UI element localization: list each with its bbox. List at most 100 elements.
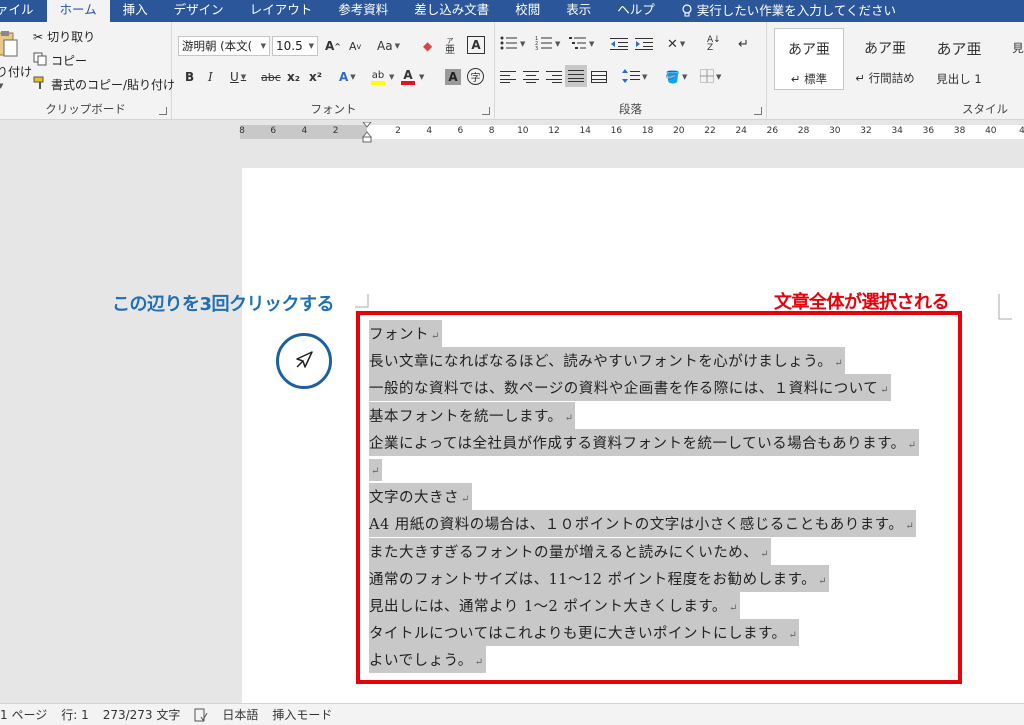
paragraph-mark: ↵ [788,630,798,642]
page-indicator[interactable]: 1 ページ [0,706,47,723]
shrink-font-button[interactable]: Av [349,36,361,56]
chevron-down-icon[interactable]: ▼ [387,67,394,87]
bold-label: B [185,70,195,84]
style-name: 見出し 1 [936,72,982,86]
italic-button[interactable]: I [208,67,213,87]
multilevel-list-button[interactable]: ▼ [569,34,594,54]
style-heading-1[interactable]: あア亜 見出し 1 [924,28,994,90]
tab-help[interactable]: ヘルプ [604,0,668,22]
document-line[interactable]: A4 用紙の資料の場合は、１０ポイントの文字は小さく感じることもあります。 ↵ [369,510,919,538]
cut-button[interactable]: ✂ 切り取り [33,28,95,45]
ribbon: り付け ▼ ✂ 切り取り コピー 書式のコピー/貼り付け クリップボード 游明朝… [0,22,1024,120]
tab-insert[interactable]: 挿入 [110,0,161,22]
word-count[interactable]: 273/273 文字 [103,706,181,723]
paragraph-mark: ↵ [431,331,440,343]
enclose-char-button[interactable]: 字 [467,68,484,85]
underline-label: U [230,70,239,84]
tab-view[interactable]: 表示 [553,0,604,22]
paragraph-mark: ↵ [461,494,470,506]
font-size-combo[interactable]: 10.5 ▼ [272,36,318,56]
selected-text: よいでしょう。 ↵ [369,646,486,674]
tab-home[interactable]: ホーム [46,0,110,22]
tell-me-box[interactable]: 実行したい作業を入力してください [668,0,909,22]
document-line[interactable]: よいでしょう。 ↵ [369,646,919,674]
char-border-button[interactable]: A [467,36,485,54]
tab-references[interactable]: 参考資料 [325,0,401,22]
underline-button[interactable]: U ▼ [230,67,246,87]
subscript-button[interactable]: x₂ [287,67,300,87]
document-line[interactable]: 長い文章になればなるほど、読みやすいフォントを心がけましょう。 ↵ [369,347,919,375]
numbering-button[interactable]: 1 2 3 ▼ [535,34,560,54]
align-right-icon[interactable] [546,67,562,87]
paragraph-launcher-icon[interactable] [754,107,762,115]
grow-font-button[interactable]: A ^ [325,36,341,56]
justify-icon[interactable] [565,65,587,87]
paragraph-mark: ↵ [905,521,915,533]
increase-indent-icon[interactable] [635,34,653,54]
document-line[interactable]: 見出しには、通常より 1～2 ポイント大きくします。 ↵ [369,591,919,619]
document-line[interactable]: 一般的な資料では、数ページの資料や企画書を作る際には、１資料について ↵ [369,374,919,402]
document-line[interactable]: 企業によっては全社員が作成する資料フォントを統一している場合もあります。 ↵ [369,428,919,456]
selected-text: タイトルについてはこれよりも更に大きいポイントにします。 ↵ [369,619,800,647]
format-painter-button[interactable]: 書式のコピー/貼り付け [33,76,175,93]
paste-button[interactable]: り付け ▼ [0,30,32,90]
language-indicator[interactable]: 日本語 [222,706,258,723]
distributed-icon[interactable] [591,67,607,87]
borders-button[interactable]: ▼ [700,67,721,87]
indent-marker-icon[interactable] [361,121,373,144]
strikethrough-button[interactable]: abc [261,67,281,87]
font-launcher-icon[interactable] [482,107,490,115]
superscript-button[interactable]: x² [309,67,322,87]
horizontal-ruler[interactable]: 8 6 4 2 2 4 6 8 10 12 14 16 18 20 22 24 26 28 30 32 34 36 38 40… [0,121,1024,143]
copy-button[interactable]: コピー [33,52,87,69]
document-line[interactable]: ↵ [369,456,919,483]
line-spacing-button[interactable]: ▼ [622,67,647,87]
align-center-icon[interactable] [523,67,539,87]
bold-button[interactable]: B [185,67,194,87]
line-indicator[interactable]: 行: 1 [61,706,89,723]
clear-format-icon[interactable]: ◆ [423,36,432,56]
tab-design[interactable]: デザイン [161,0,237,22]
sort-button[interactable]: A↓ Z [707,34,721,54]
document-body[interactable]: フォント ↵ 長い文章になればなるほど、読みやすいフォントを心がけましょう。 ↵ 一般的… [369,320,919,674]
style-no-spacing[interactable]: あア亜 ↵ 行間詰め [850,28,920,90]
char-shading-button[interactable]: A [445,69,461,85]
tab-layout[interactable]: レイアウト [237,0,326,22]
document-line[interactable]: 文字の大きさ ↵ [369,483,919,511]
clipboard-launcher-icon[interactable] [159,107,167,115]
bullets-button[interactable]: ▼ [500,34,525,54]
document-line[interactable]: フォント ↵ [369,320,919,348]
tab-review[interactable]: 校閲 [502,0,553,22]
ruler-tick: 16 [610,126,623,136]
asian-layout-button[interactable]: ✕ ▼ [667,34,685,54]
multilevel-list-icon [569,36,587,53]
font-size-value: 10.5 [276,39,303,53]
document-line[interactable]: また大きすぎるフォントの量が増えると読みにくいため、 ↵ [369,537,919,565]
shading-button[interactable]: 🪣 ▼ [665,67,687,87]
document-line[interactable]: 通常のフォントサイズは、11～12 ポイント程度をお勧めします。 ↵ [369,564,919,592]
copy-icon [33,52,47,69]
font-color-button[interactable]: A [401,67,415,87]
ruler-tick: 2 [332,126,339,136]
ruler-tick: 20 [673,126,685,136]
insert-mode-indicator[interactable]: 挿入モード [272,706,332,723]
tab-mailings[interactable]: 差し込み文書 [401,0,502,22]
document-line[interactable]: 基本フォントを統一します。 ↵ [369,401,919,429]
proofing-icon[interactable] [194,708,208,722]
paragraph-mark: ↵ [728,602,738,614]
change-case-button[interactable]: Aa ▼ [377,36,400,56]
document-line[interactable]: タイトルについてはこれよりも更に大きいポイントにします。 ↵ [369,619,919,647]
click-position-marker [276,333,332,389]
style-normal[interactable]: あア亜 ↵ 標準 [774,28,844,90]
subscript-label: x₂ [287,70,300,84]
text-effects-button[interactable]: A ▼ [339,67,356,87]
font-name-combo[interactable]: 游明朝 (本文( ▼ [178,36,270,56]
ruby-button[interactable]: ア亜 [445,36,455,56]
show-marks-icon[interactable]: ↵ [738,34,749,54]
decrease-indent-icon[interactable] [610,34,628,54]
style-heading-2[interactable]: 見 [998,28,1024,90]
align-left-icon[interactable] [500,67,516,87]
highlight-button[interactable]: ab [371,67,385,87]
tab-file[interactable]: ァイル [0,0,47,22]
chevron-down-icon[interactable]: ▼ [417,67,424,87]
